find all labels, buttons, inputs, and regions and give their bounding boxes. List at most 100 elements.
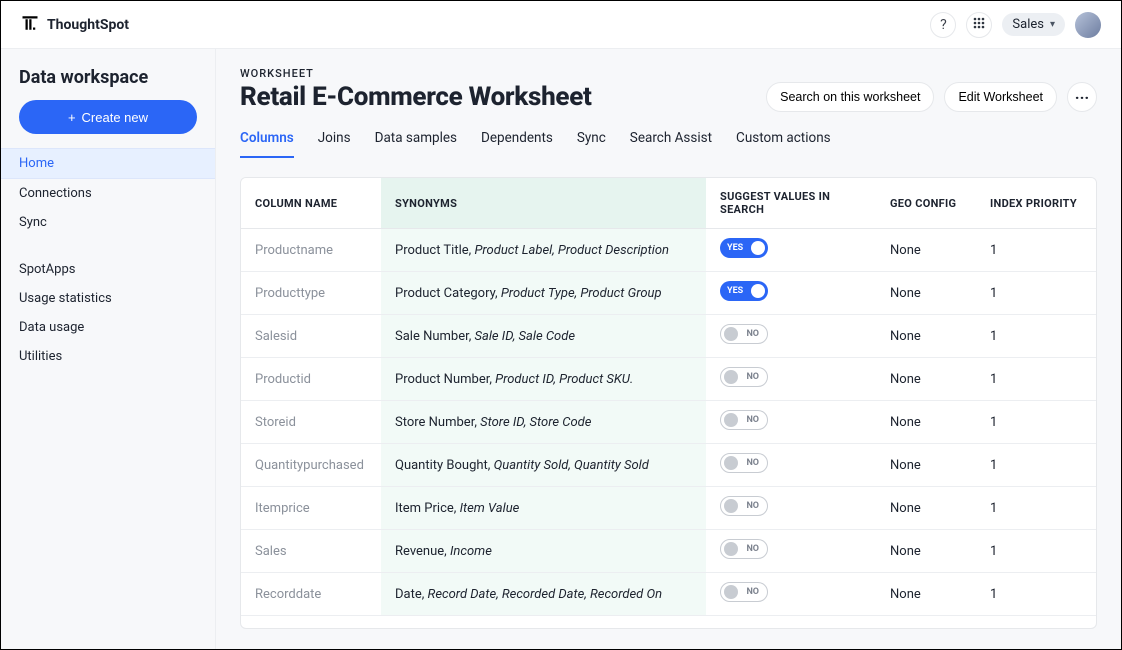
cell-suggest: NO bbox=[706, 530, 876, 573]
cell-synonyms[interactable]: Product Category, Product Type, Product … bbox=[381, 272, 706, 315]
sidebar-item-spotapps[interactable]: SpotApps bbox=[1, 255, 215, 284]
nav-group-1: HomeConnectionsSync bbox=[1, 148, 215, 237]
create-new-label: Create new bbox=[82, 110, 148, 125]
synonym-italic: Product Label, Product Description bbox=[474, 243, 669, 258]
sidebar-item-usage-statistics[interactable]: Usage statistics bbox=[1, 284, 215, 313]
sidebar: Data workspace + Create new HomeConnecti… bbox=[1, 49, 216, 649]
synonym-italic: Product Type, Product Group bbox=[501, 286, 662, 301]
cell-synonyms[interactable]: Revenue, Income bbox=[381, 530, 706, 573]
cell-column-name[interactable]: Itemprice bbox=[241, 487, 381, 530]
toggle-knob bbox=[724, 499, 738, 513]
cell-geo-config[interactable]: None bbox=[876, 315, 976, 358]
cell-synonyms[interactable]: Item Price, Item Value bbox=[381, 487, 706, 530]
tab-sync[interactable]: Sync bbox=[577, 130, 606, 158]
cell-geo-config[interactable]: None bbox=[876, 444, 976, 487]
cell-index-priority[interactable]: 1 bbox=[976, 444, 1096, 487]
cell-column-name[interactable]: Quantitypurchased bbox=[241, 444, 381, 487]
suggest-toggle[interactable]: YES bbox=[720, 238, 768, 258]
user-menu[interactable]: Sales ▾ bbox=[1002, 13, 1065, 36]
cell-synonyms[interactable]: Product Title, Product Label, Product De… bbox=[381, 229, 706, 272]
sidebar-item-utilities[interactable]: Utilities bbox=[1, 342, 215, 371]
cell-column-name[interactable]: Salesid bbox=[241, 315, 381, 358]
cell-column-name[interactable]: Productname bbox=[241, 229, 381, 272]
suggest-toggle[interactable]: YES bbox=[720, 281, 768, 301]
cell-index-priority[interactable]: 1 bbox=[976, 401, 1096, 444]
brand[interactable]: ThoughtSpot bbox=[21, 14, 129, 36]
th-synonyms[interactable]: SYNONYMS bbox=[381, 178, 706, 229]
table-row: SalesidSale Number, Sale ID, Sale Code NO… bbox=[241, 315, 1096, 358]
sidebar-item-home[interactable]: Home bbox=[1, 148, 215, 179]
cell-column-name[interactable]: Recorddate bbox=[241, 573, 381, 616]
toggle-label: NO bbox=[746, 329, 759, 339]
tab-search-assist[interactable]: Search Assist bbox=[630, 130, 712, 158]
cell-geo-config[interactable]: None bbox=[876, 487, 976, 530]
tab-joins[interactable]: Joins bbox=[318, 130, 351, 158]
more-actions-button[interactable]: ··· bbox=[1067, 82, 1097, 112]
logo-icon bbox=[21, 14, 39, 36]
tab-data-samples[interactable]: Data samples bbox=[375, 130, 457, 158]
toggle-knob bbox=[724, 585, 738, 599]
cell-suggest: NO bbox=[706, 444, 876, 487]
edit-worksheet-button[interactable]: Edit Worksheet bbox=[944, 82, 1057, 112]
th-index[interactable]: INDEX PRIORITY bbox=[976, 178, 1096, 229]
suggest-toggle[interactable]: NO bbox=[720, 539, 768, 559]
synonym-plain: Product Title, bbox=[395, 243, 474, 258]
apps-button[interactable] bbox=[966, 12, 992, 38]
cell-synonyms[interactable]: Date, Record Date, Recorded Date, Record… bbox=[381, 573, 706, 616]
sidebar-item-connections[interactable]: Connections bbox=[1, 179, 215, 208]
cell-index-priority[interactable]: 1 bbox=[976, 530, 1096, 573]
table-container: COLUMN NAME SYNONYMS SUGGEST VALUES IN S… bbox=[240, 177, 1097, 629]
toggle-label: YES bbox=[727, 243, 743, 253]
help-button[interactable]: ? bbox=[930, 12, 956, 38]
cell-synonyms[interactable]: Store Number, Store ID, Store Code bbox=[381, 401, 706, 444]
cell-column-name[interactable]: Productid bbox=[241, 358, 381, 401]
main: WORKSHEET Retail E-Commerce Worksheet Se… bbox=[216, 49, 1121, 649]
cell-index-priority[interactable]: 1 bbox=[976, 315, 1096, 358]
synonym-plain: Product Category, bbox=[395, 286, 501, 301]
cell-geo-config[interactable]: None bbox=[876, 272, 976, 315]
suggest-toggle[interactable]: NO bbox=[720, 496, 768, 516]
cell-geo-config[interactable]: None bbox=[876, 229, 976, 272]
tab-dependents[interactable]: Dependents bbox=[481, 130, 553, 158]
cell-geo-config[interactable]: None bbox=[876, 358, 976, 401]
topbar: ThoughtSpot ? Sales ▾ bbox=[1, 1, 1121, 49]
th-suggest[interactable]: SUGGEST VALUES IN SEARCH bbox=[706, 178, 876, 229]
sidebar-item-data-usage[interactable]: Data usage bbox=[1, 313, 215, 342]
th-geo[interactable]: GEO CONFIG bbox=[876, 178, 976, 229]
suggest-toggle[interactable]: NO bbox=[720, 410, 768, 430]
cell-suggest: YES bbox=[706, 229, 876, 272]
cell-column-name[interactable]: Sales bbox=[241, 530, 381, 573]
synonym-plain: Product Number, bbox=[395, 372, 495, 387]
cell-column-name[interactable]: Producttype bbox=[241, 272, 381, 315]
suggest-toggle[interactable]: NO bbox=[720, 453, 768, 473]
avatar[interactable] bbox=[1075, 12, 1101, 38]
table-row: SalesRevenue, Income NO None1 bbox=[241, 530, 1096, 573]
help-icon: ? bbox=[940, 17, 947, 33]
suggest-toggle[interactable]: NO bbox=[720, 582, 768, 602]
cell-synonyms[interactable]: Sale Number, Sale ID, Sale Code bbox=[381, 315, 706, 358]
cell-synonyms[interactable]: Quantity Bought, Quantity Sold, Quantity… bbox=[381, 444, 706, 487]
table-row: RecorddateDate, Record Date, Recorded Da… bbox=[241, 573, 1096, 616]
cell-geo-config[interactable]: None bbox=[876, 573, 976, 616]
tab-custom-actions[interactable]: Custom actions bbox=[736, 130, 831, 158]
suggest-toggle[interactable]: NO bbox=[720, 367, 768, 387]
cell-index-priority[interactable]: 1 bbox=[976, 358, 1096, 401]
tab-columns[interactable]: Columns bbox=[240, 130, 294, 158]
tabs: Columns Joins Data samples Dependents Sync Se… bbox=[240, 130, 1097, 159]
cell-column-name[interactable]: Storeid bbox=[241, 401, 381, 444]
cell-index-priority[interactable]: 1 bbox=[976, 229, 1096, 272]
search-worksheet-button[interactable]: Search on this worksheet bbox=[766, 82, 934, 112]
create-new-button[interactable]: + Create new bbox=[19, 100, 197, 134]
cell-synonyms[interactable]: Product Number, Product ID, Product SKU. bbox=[381, 358, 706, 401]
th-column-name[interactable]: COLUMN NAME bbox=[241, 178, 381, 229]
table-row: QuantitypurchasedQuantity Bought, Quanti… bbox=[241, 444, 1096, 487]
cell-suggest: NO bbox=[706, 487, 876, 530]
cell-geo-config[interactable]: None bbox=[876, 530, 976, 573]
cell-index-priority[interactable]: 1 bbox=[976, 272, 1096, 315]
cell-index-priority[interactable]: 1 bbox=[976, 487, 1096, 530]
suggest-toggle[interactable]: NO bbox=[720, 324, 768, 344]
synonym-plain: Revenue, bbox=[395, 544, 450, 559]
cell-geo-config[interactable]: None bbox=[876, 401, 976, 444]
sidebar-item-sync[interactable]: Sync bbox=[1, 208, 215, 237]
cell-index-priority[interactable]: 1 bbox=[976, 573, 1096, 616]
